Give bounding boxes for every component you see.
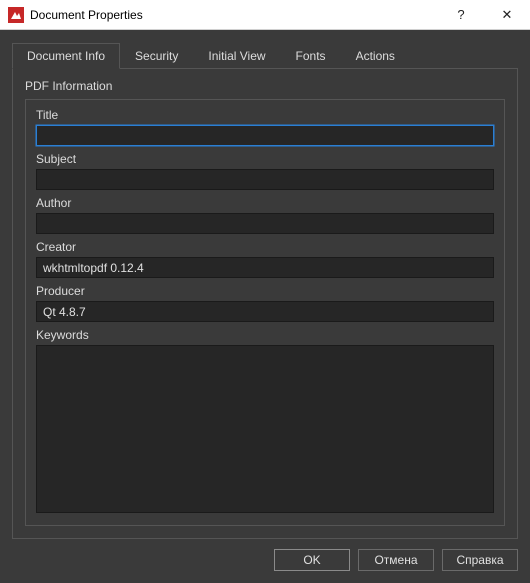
titlebar: Document Properties ? ✕ <box>0 0 530 30</box>
title-input[interactable] <box>36 125 494 146</box>
section-header: PDF Information <box>25 79 505 93</box>
dialog-body: Document Info Security Initial View Font… <box>0 30 530 583</box>
ok-button[interactable]: OK <box>274 549 350 571</box>
subject-label: Subject <box>36 152 494 166</box>
close-button[interactable]: ✕ <box>484 0 530 30</box>
tab-actions[interactable]: Actions <box>341 43 410 69</box>
pdf-information-group: Title Subject Author Creator Producer Ke… <box>25 99 505 526</box>
tab-security[interactable]: Security <box>120 43 193 69</box>
help-dialog-button[interactable]: Справка <box>442 549 518 571</box>
tab-panel: PDF Information Title Subject Author Cre… <box>12 69 518 539</box>
tab-fonts[interactable]: Fonts <box>281 43 341 69</box>
title-label: Title <box>36 108 494 122</box>
help-button[interactable]: ? <box>438 0 484 30</box>
keywords-input[interactable] <box>36 345 494 513</box>
button-bar: OK Отмена Справка <box>12 539 518 571</box>
author-label: Author <box>36 196 494 210</box>
producer-input[interactable] <box>36 301 494 322</box>
tab-document-info[interactable]: Document Info <box>12 43 120 69</box>
producer-label: Producer <box>36 284 494 298</box>
subject-input[interactable] <box>36 169 494 190</box>
creator-label: Creator <box>36 240 494 254</box>
cancel-button[interactable]: Отмена <box>358 549 434 571</box>
author-input[interactable] <box>36 213 494 234</box>
tab-bar: Document Info Security Initial View Font… <box>12 42 518 69</box>
creator-input[interactable] <box>36 257 494 278</box>
tab-initial-view[interactable]: Initial View <box>193 43 280 69</box>
window-title: Document Properties <box>30 8 438 22</box>
keywords-label: Keywords <box>36 328 494 342</box>
app-icon <box>8 7 24 23</box>
